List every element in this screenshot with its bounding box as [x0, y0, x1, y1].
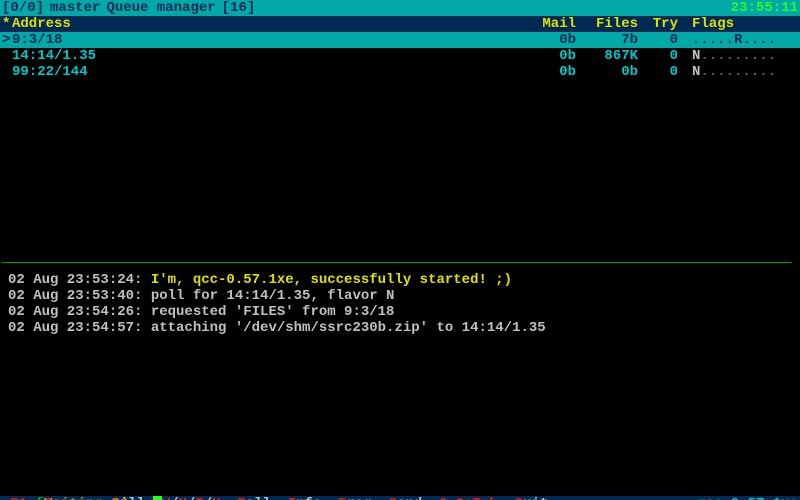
- cursor-icon: [153, 496, 162, 500]
- row-try: 0: [638, 64, 678, 80]
- help-hotkey[interactable]: W: [162, 496, 170, 500]
- row-marker: >: [2, 32, 12, 48]
- help-hotkey[interactable]: H: [212, 496, 220, 500]
- help-hotkey[interactable]: 0-9;Tab: [439, 496, 498, 500]
- table-row[interactable]: 99:22/1440b0b0N.........: [0, 64, 800, 80]
- row-files: 867K: [576, 48, 638, 64]
- col-files: Files: [576, 16, 638, 32]
- title-bar: [0/0] master Queue manager [16] 23:55:11: [0, 0, 800, 16]
- column-header: * Address Mail Files Try Flags: [0, 16, 800, 32]
- help-hotkey[interactable]: Q: [515, 496, 523, 500]
- row-try: 0: [638, 32, 678, 48]
- help-label: req,: [347, 496, 389, 500]
- window-title: Queue manager: [106, 0, 215, 16]
- queue-size: [16]: [222, 0, 256, 16]
- log-empty-space: [0, 336, 800, 464]
- queue-counter: [0/0]: [2, 0, 44, 16]
- help-label: ,: [498, 496, 515, 500]
- table-row[interactable]: 14:14/1.350b867K0 N.........: [0, 48, 800, 64]
- app-root: [0/0] master Queue manager [16] 23:55:11…: [0, 0, 800, 500]
- status-line: [Waiting 64...: [0, 480, 800, 496]
- row-marker: [2, 48, 12, 64]
- row-flags: .....R....: [692, 32, 788, 48]
- help-label: /: [170, 496, 178, 500]
- status-bracket-open: [: [36, 496, 44, 500]
- row-mail: 0b: [522, 32, 576, 48]
- help-label: oll,: [246, 496, 288, 500]
- row-address: 14:14/1.35: [12, 48, 522, 64]
- pane-divider: ────────────────────────────────────────…: [0, 256, 800, 272]
- log-message: requested 'FILES' from 9:3/18: [142, 304, 394, 320]
- help-label: ,: [221, 496, 238, 500]
- row-flags: N.........: [692, 48, 788, 64]
- col-mail: Mail: [522, 16, 576, 32]
- row-flags: N.........: [692, 64, 788, 80]
- log-line: 02 Aug 23:54:26: requested 'FILES' from …: [0, 304, 800, 320]
- col-flags: Flags: [692, 16, 788, 32]
- row-mail: 0b: [522, 48, 576, 64]
- help-label: end,: [397, 496, 439, 500]
- col-try: Try: [638, 16, 678, 32]
- log-pane: 02 Aug 23:53:24: I'm, qcc-0.57.1xe, succ…: [0, 272, 800, 336]
- log-message: poll for 14:14/1.35, flavor N: [142, 288, 394, 304]
- help-label: nfo,: [296, 496, 338, 500]
- version-label: qcc-0.57.1xe: [697, 496, 798, 500]
- row-files: 7b: [576, 32, 638, 48]
- col-star: *: [2, 16, 12, 32]
- log-message: I'm, qcc-0.57.1xe, successfully started!…: [142, 272, 512, 288]
- help-label: /: [187, 496, 195, 500]
- status-waiting: Waiting 64...: [44, 496, 153, 500]
- row-try: 0: [638, 48, 678, 64]
- row-address: 99:22/144: [12, 64, 522, 80]
- help-hotkey[interactable]: F: [338, 496, 346, 500]
- log-timestamp: 02 Aug 23:53:40:: [8, 288, 142, 304]
- clock: 23:55:11: [731, 0, 798, 16]
- help-hotkey[interactable]: P: [237, 496, 245, 500]
- log-line: 02 Aug 23:54:57: attaching '/dev/shm/ssr…: [0, 320, 800, 336]
- row-marker: [2, 64, 12, 80]
- col-address: Address: [12, 16, 522, 32]
- help-label: uit: [523, 496, 548, 500]
- log-line: 02 Aug 23:53:24: I'm, qcc-0.57.1xe, succ…: [0, 272, 800, 288]
- log-message: attaching '/dev/shm/ssrc230b.zip' to 14:…: [142, 320, 545, 336]
- row-mail: 0b: [522, 64, 576, 80]
- row-address: 9:3/18: [12, 32, 522, 48]
- help-hotkey[interactable]: I: [288, 496, 296, 500]
- log-line: 02 Aug 23:53:40: poll for 14:14/1.35, fl…: [0, 288, 800, 304]
- queue-empty-space: [0, 80, 800, 256]
- row-files: 0b: [576, 64, 638, 80]
- app-name: master: [50, 0, 100, 16]
- help-label: /: [204, 496, 212, 500]
- log-timestamp: 02 Aug 23:53:24:: [8, 272, 142, 288]
- log-bottom-border: └───────────────────────────────────────…: [0, 464, 800, 480]
- log-timestamp: 02 Aug 23:54:57:: [8, 320, 142, 336]
- help-hotkey[interactable]: S: [389, 496, 397, 500]
- help-hotkey[interactable]: I: [195, 496, 203, 500]
- queue-list: >9:3/180b7b0.....R.... 14:14/1.350b867K0…: [0, 32, 800, 80]
- help-hotkey[interactable]: U: [178, 496, 186, 500]
- log-timestamp: 02 Aug 23:54:26:: [8, 304, 142, 320]
- table-row[interactable]: >9:3/180b7b0 .....R....: [0, 32, 800, 48]
